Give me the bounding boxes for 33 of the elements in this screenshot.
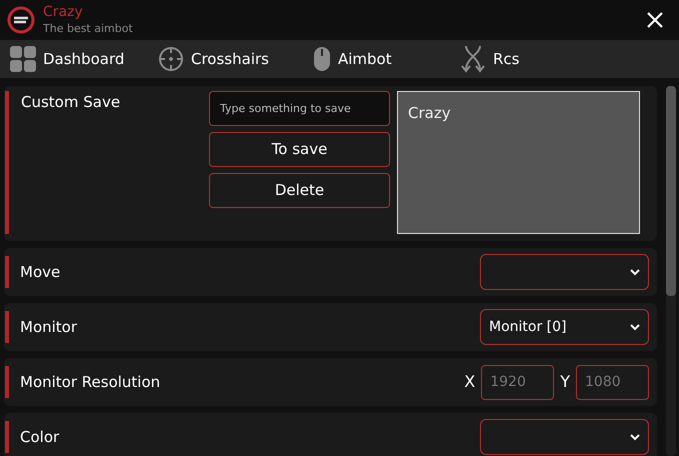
logo-icon bbox=[7, 6, 35, 34]
window-subtitle: The best aimbot bbox=[43, 22, 133, 36]
setting-label: Color bbox=[20, 426, 60, 448]
window-title: Crazy bbox=[43, 4, 84, 22]
y-label: Y bbox=[560, 371, 570, 393]
grid-icon bbox=[10, 46, 36, 72]
y-field[interactable]: 1080 bbox=[576, 364, 649, 400]
x-label: X bbox=[464, 371, 476, 393]
mouse-icon bbox=[313, 46, 331, 72]
setting-label: Move bbox=[20, 262, 60, 283]
setting-label: Monitor bbox=[20, 316, 78, 338]
tab[interactable]: Aimbot bbox=[313, 46, 460, 72]
setting-label: Monitor Resolution bbox=[20, 372, 160, 393]
dropdown[interactable] bbox=[480, 254, 649, 290]
save-name-field[interactable]: Type something to save bbox=[209, 91, 390, 126]
crosshair-icon bbox=[158, 46, 184, 72]
tab[interactable]: Rcs bbox=[460, 45, 560, 73]
scrollbar[interactable] bbox=[666, 86, 676, 456]
x-field[interactable]: 1920 bbox=[481, 364, 554, 400]
tab[interactable]: Crosshairs bbox=[158, 46, 313, 72]
action-button[interactable]: Delete bbox=[209, 173, 390, 208]
action-button[interactable]: To save bbox=[209, 132, 390, 167]
dropdown[interactable] bbox=[480, 419, 649, 455]
crossed-arrows-icon bbox=[460, 45, 486, 73]
close-button[interactable] bbox=[646, 11, 664, 29]
close-icon bbox=[646, 11, 664, 29]
dropdown[interactable]: Monitor [0] bbox=[480, 309, 649, 345]
chevron-down-icon bbox=[630, 324, 640, 330]
chevron-down-icon bbox=[630, 268, 640, 276]
saved-list-item[interactable]: Crazy bbox=[408, 102, 629, 124]
tab[interactable]: Dashboard bbox=[10, 46, 158, 72]
chevron-down-icon bbox=[630, 434, 640, 440]
section-label: Custom Save bbox=[21, 92, 122, 113]
